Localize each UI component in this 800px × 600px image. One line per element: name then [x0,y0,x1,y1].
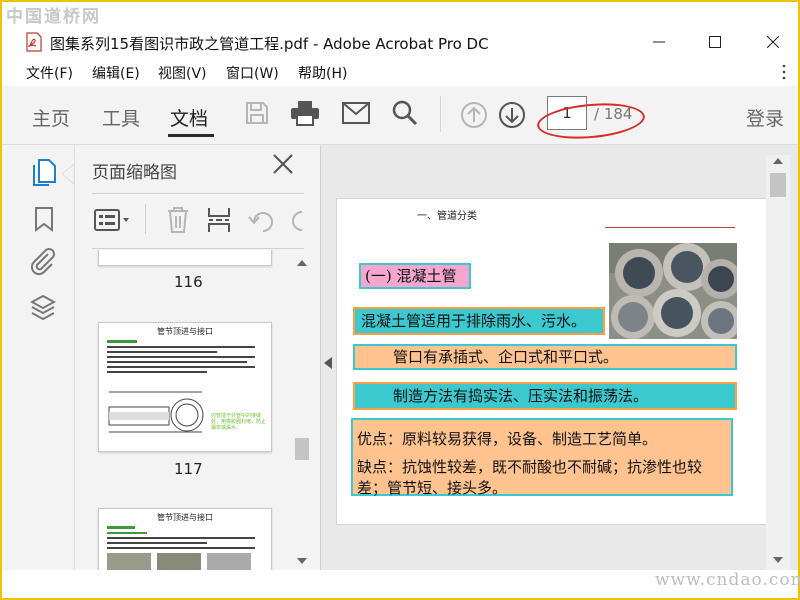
thumbnail-label: 117 [174,460,203,478]
window-title: 图集系列15看图识市政之管道工程.pdf - Adobe Acrobat Pro… [50,35,489,53]
previous-page-icon[interactable] [460,101,488,133]
pdf-icon [26,32,42,52]
collapse-panel-arrow-icon[interactable] [324,354,332,373]
menu-file[interactable]: 文件(F) [26,63,73,83]
maximize-button[interactable] [692,28,738,56]
heading-concrete-pipe: (一) 混凝土管 [359,263,471,289]
active-tab-indicator [168,134,214,137]
tab-document[interactable]: 文档 [170,104,208,131]
thumbnail-bullet-lines [107,340,257,373]
panel-divider-2 [92,248,304,249]
panel-pointer-icon [61,162,75,188]
concrete-pipes-photo [609,243,737,339]
pdf-page: 一、管道分类 (一) 混凝土管 混凝土管适用于排除雨水、污水。 管口有承插式、企… [336,198,768,525]
rotate-right-icon[interactable] [288,208,304,234]
thumbnail-heading: 管节顶进与接口 [157,513,213,522]
panel-title: 页面缩略图 [92,163,177,183]
next-page-icon[interactable] [498,101,526,133]
attachment-icon[interactable] [30,248,56,280]
watermark-bottom: www.cndao.com [655,570,800,590]
thumbnail-page-116[interactable] [98,250,272,266]
panel-divider [92,193,304,194]
thumbnail-list: 116 管节顶进与接口 内管插于外管中的接缝处，用橡胶圈封堵，防止漏浆或漏水。 … [92,250,290,570]
menu-view[interactable]: 视图(V) [158,63,207,83]
tab-home[interactable]: 主页 [32,104,70,131]
thumbnail-heading: 管节顶进与接口 [157,327,213,336]
bookmark-icon[interactable] [34,206,54,236]
text-disadvantages: 缺点：抗蚀性较差，既不耐酸也不耐碱；抗渗性也较差；管节短、接头多。 [357,458,703,497]
thumbnail-label: 116 [174,273,203,291]
menu-overflow-icon[interactable] [781,64,787,80]
section-title: 一、管道分类 [417,211,477,222]
menu-help[interactable]: 帮助(H) [298,63,347,83]
page-thumbnails-icon[interactable] [31,158,57,192]
thumbnail-scrollbar[interactable] [292,254,312,570]
login-button[interactable]: 登录 [746,104,784,131]
thumbnail-diagram [107,387,207,447]
rotate-left-icon[interactable] [248,208,276,238]
menu-window[interactable]: 窗口(W) [226,63,279,83]
toolbar-divider [440,96,441,132]
thumbnail-page-117[interactable]: 管节顶进与接口 内管插于外管中的接缝处，用橡胶圈封堵，防止漏浆或漏水。 [98,322,272,452]
save-icon[interactable] [244,100,270,130]
delete-icon[interactable] [166,206,190,238]
document-scrollbar[interactable] [766,155,790,570]
close-panel-icon[interactable] [272,152,294,182]
print-icon[interactable] [290,100,320,130]
options-menu-icon[interactable] [94,208,132,236]
thumbnail-side-note: 内管插于外管中的接缝处，用橡胶圈封堵，防止漏浆或漏水。 [211,413,267,431]
text-joint-types: 管口有承插式、企口式和平口式。 [353,344,737,370]
menu-edit[interactable]: 编辑(E) [92,63,140,83]
minimize-button[interactable] [636,28,682,56]
pros-cons-box: 优点：原料较易获得，设备、制造工艺简单。 缺点：抗蚀性较差，既不耐酸也不耐碱；抗… [351,418,733,497]
watermark-top: 中国道桥网 [6,7,101,27]
layers-icon[interactable] [29,294,57,326]
close-window-button[interactable] [750,28,796,56]
text-manufacturing: 制造方法有捣实法、压实法和振荡法。 [353,382,737,410]
search-icon[interactable] [392,100,418,130]
header-rule [605,227,735,228]
thumbnail-bullet-lines [107,526,257,570]
text-usage: 混凝土管适用于排除雨水、污水。 [353,307,605,335]
panel-toolbar-divider [145,204,146,234]
thumbnail-page-118[interactable]: 管节顶进与接口 [98,508,272,570]
text-advantages: 优点：原料较易获得，设备、制造工艺简单。 [357,430,658,448]
tab-tools[interactable]: 工具 [102,104,140,131]
insert-page-icon[interactable] [206,206,232,238]
email-icon[interactable] [342,102,370,128]
